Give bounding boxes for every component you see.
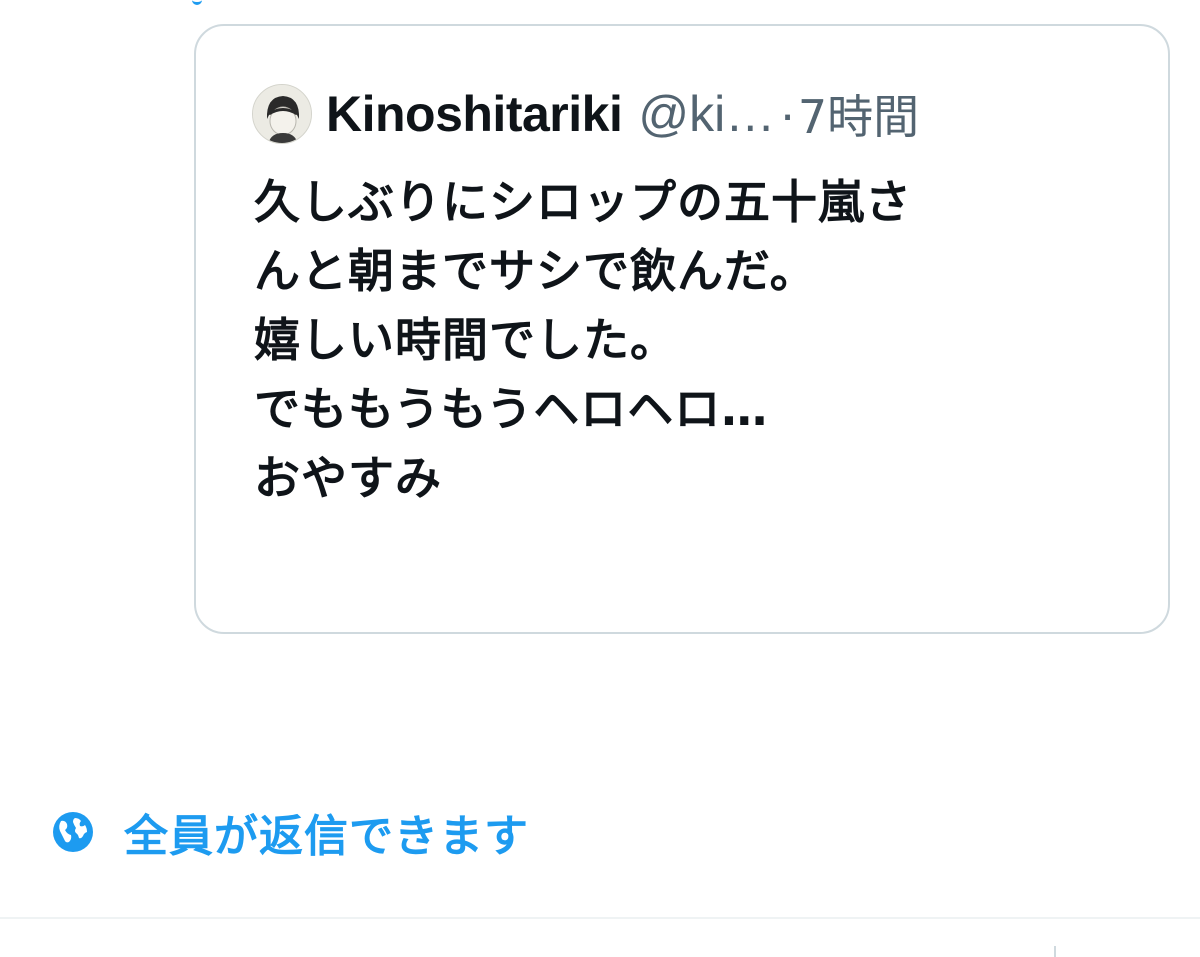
globe-icon [53, 812, 93, 852]
clipped-element-fragment [192, 0, 202, 5]
author-handle[interactable]: @ki… [638, 85, 775, 143]
tweet-text-line: おやすみ [254, 451, 442, 505]
quoted-tweet-text: 久しぶりにシロップの五十嵐さ んと朝までサシで飲んだ。 嬉しい時間でした。 でも… [254, 168, 1154, 513]
quoted-tweet-header: Kinoshitariki @ki… · 7時間 [252, 82, 919, 146]
avatar-icon [253, 85, 311, 143]
author-display-name[interactable]: Kinoshitariki [326, 85, 623, 143]
avatar[interactable] [252, 84, 312, 144]
quoted-tweet-card[interactable]: Kinoshitariki @ki… · 7時間 久しぶりにシロップの五十嵐さ … [194, 24, 1170, 634]
reply-permission-setting[interactable]: 全員が返信できます [52, 800, 529, 864]
tweet-detail-view: Kinoshitariki @ki… · 7時間 久しぶりにシロップの五十嵐さ … [0, 0, 1200, 957]
tweet-text-line: でももうもうヘロヘロ… [254, 382, 769, 436]
section-divider [0, 917, 1200, 919]
meta-separator: · [779, 86, 796, 142]
tweet-text-line: 嬉しい時間でした。 [254, 313, 677, 367]
reply-permission-label: 全員が返信できます [124, 811, 529, 862]
tweet-text-line: 久しぶりにシロップの五十嵐さ [254, 175, 912, 229]
tweet-text-line: んと朝までサシで飲んだ。 [254, 244, 817, 298]
action-bar-separator [1054, 946, 1056, 957]
tweet-timestamp[interactable]: 7時間 [798, 81, 919, 147]
